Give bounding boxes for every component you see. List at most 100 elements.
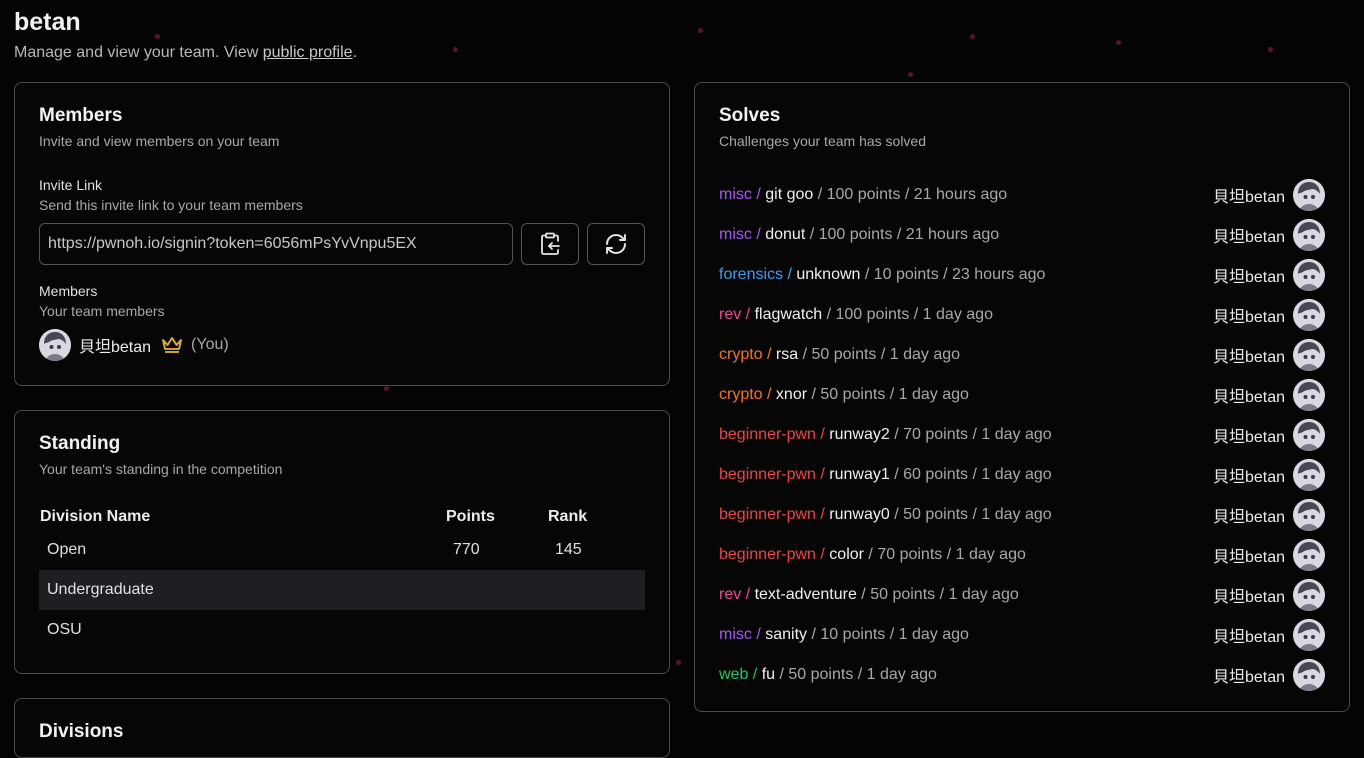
solve-details: / 70 points / 1 day ago [889,426,1052,443]
table-header-row: Division Name Points Rank [39,504,645,530]
solve-category: beginner-pwn [719,466,816,483]
solve-info: beginner-pwn / color / 70 points / 1 day… [719,546,1026,564]
solve-challenge: fu [761,666,776,683]
you-indicator: (You) [191,336,229,353]
refresh-icon [606,234,626,254]
category-separator: / [815,506,830,523]
solve-row: beginner-pwn / color / 70 points / 1 day… [719,535,1325,575]
solver: 貝坦betan [1213,419,1325,451]
category-separator: / [741,586,755,603]
category-separator: / [815,426,830,443]
division-rank [547,610,645,650]
solver: 貝坦betan [1213,379,1325,411]
division-name: Undergraduate [39,570,445,610]
solve-row: beginner-pwn / runway2 / 70 points / 1 d… [719,415,1325,455]
solve-details: / 50 points / 1 day ago [856,586,1019,603]
table-row: OSU [39,610,645,650]
solve-category: rev [719,586,742,603]
solve-challenge: rsa [775,346,799,363]
solver-name: 貝坦betan [1212,349,1285,366]
invite-link-input[interactable] [39,223,513,265]
solve-challenge: runway2 [829,426,890,443]
solve-category: forensics [719,266,784,283]
solver: 貝坦betan [1213,299,1325,331]
table-row: Undergraduate [39,570,645,610]
solve-info: misc / donut / 100 points / 21 hours ago [719,226,999,244]
avatar [1293,219,1325,251]
solve-info: misc / git goo / 100 points / 21 hours a… [719,186,1007,204]
category-separator: / [762,386,776,403]
members-list-label: Members [39,283,98,299]
page-subtitle: Manage and view your team. View public p… [14,44,357,62]
solves-list: misc / git goo / 100 points / 21 hours a… [719,175,1325,695]
solver: 貝坦betan [1213,179,1325,211]
solve-row: web / fu / 50 points / 1 day ago 貝坦betan [719,655,1325,695]
clipboard-copy-icon [541,232,560,255]
division-name: OSU [47,621,82,638]
regenerate-invite-button[interactable] [587,223,645,265]
background-dot [1116,40,1121,45]
division-rank: 145 [555,541,582,558]
category-separator: / [783,266,797,283]
solve-info: rev / flagwatch / 100 points / 1 day ago [719,306,993,324]
avatar [1293,579,1325,611]
solve-details: / 60 points / 1 day ago [889,466,1052,483]
solve-details: / 70 points / 1 day ago [863,546,1026,563]
copy-invite-button[interactable] [521,223,579,265]
category-separator: / [741,306,755,323]
solve-row: misc / sanity / 10 points / 1 day ago 貝坦b… [719,615,1325,655]
member-name: 貝坦betan [79,339,152,356]
avatar [1293,339,1325,371]
solve-challenge: donut [765,226,806,243]
background-dot [1268,47,1273,52]
solver-name: 貝坦betan [1212,509,1285,526]
background-dot [698,28,703,33]
solver-name: 貝坦betan [1212,549,1285,566]
solve-challenge: git goo [765,186,814,203]
avatar [1293,459,1325,491]
standing-card-description: Your team's standing in the competition [39,461,283,477]
solve-challenge: sanity [765,626,808,643]
category-separator: / [815,546,830,563]
solve-info: beginner-pwn / runway1 / 60 points / 1 d… [719,466,1052,484]
category-separator: / [762,346,776,363]
solve-info: forensics / unknown / 10 points / 23 hou… [719,266,1045,284]
solve-row: rev / text-adventure / 50 points / 1 day… [719,575,1325,615]
background-dot [384,386,389,391]
solve-category: beginner-pwn [719,506,816,523]
solve-details: / 50 points / 1 day ago [798,346,961,363]
avatar [1293,419,1325,451]
solve-details: / 10 points / 23 hours ago [860,266,1046,283]
solver-name: 貝坦betan [1212,309,1285,326]
solve-category: beginner-pwn [719,546,816,563]
solve-details: / 100 points / 21 hours ago [805,226,1000,243]
divisions-card-title: Divisions [39,721,124,742]
solve-challenge: color [829,546,864,563]
solve-details: / 10 points / 1 day ago [807,626,969,643]
solver: 貝坦betan [1213,219,1325,251]
solve-challenge: flagwatch [754,306,823,323]
public-profile-link[interactable]: public profile [263,44,353,61]
background-dot [908,72,913,77]
team-name: betan [14,8,81,36]
solve-category: crypto [719,386,763,403]
solver-name: 貝坦betan [1212,629,1285,646]
members-list-sublabel: Your team members [39,303,165,319]
standing-card: Standing Your team's standing in the com… [14,410,670,674]
members-card-description: Invite and view members on your team [39,133,280,149]
table-row: Open 770 145 [39,530,645,570]
category-separator: / [815,466,830,483]
subtitle-text: Manage and view your team. View [14,44,263,61]
solve-row: rev / flagwatch / 100 points / 1 day ago… [719,295,1325,335]
solve-details: / 50 points / 1 day ago [775,666,937,683]
solver: 貝坦betan [1213,579,1325,611]
solve-row: misc / donut / 100 points / 21 hours ago… [719,215,1325,255]
members-card-title: Members [39,105,123,126]
solves-card: Solves Challenges your team has solved m… [694,82,1350,712]
solve-category: web [719,666,749,683]
solver: 貝坦betan [1213,339,1325,371]
category-separator: / [751,226,766,243]
category-separator: / [751,186,766,203]
solver-name: 貝坦betan [1212,269,1285,286]
solve-challenge: xnor [775,386,808,403]
